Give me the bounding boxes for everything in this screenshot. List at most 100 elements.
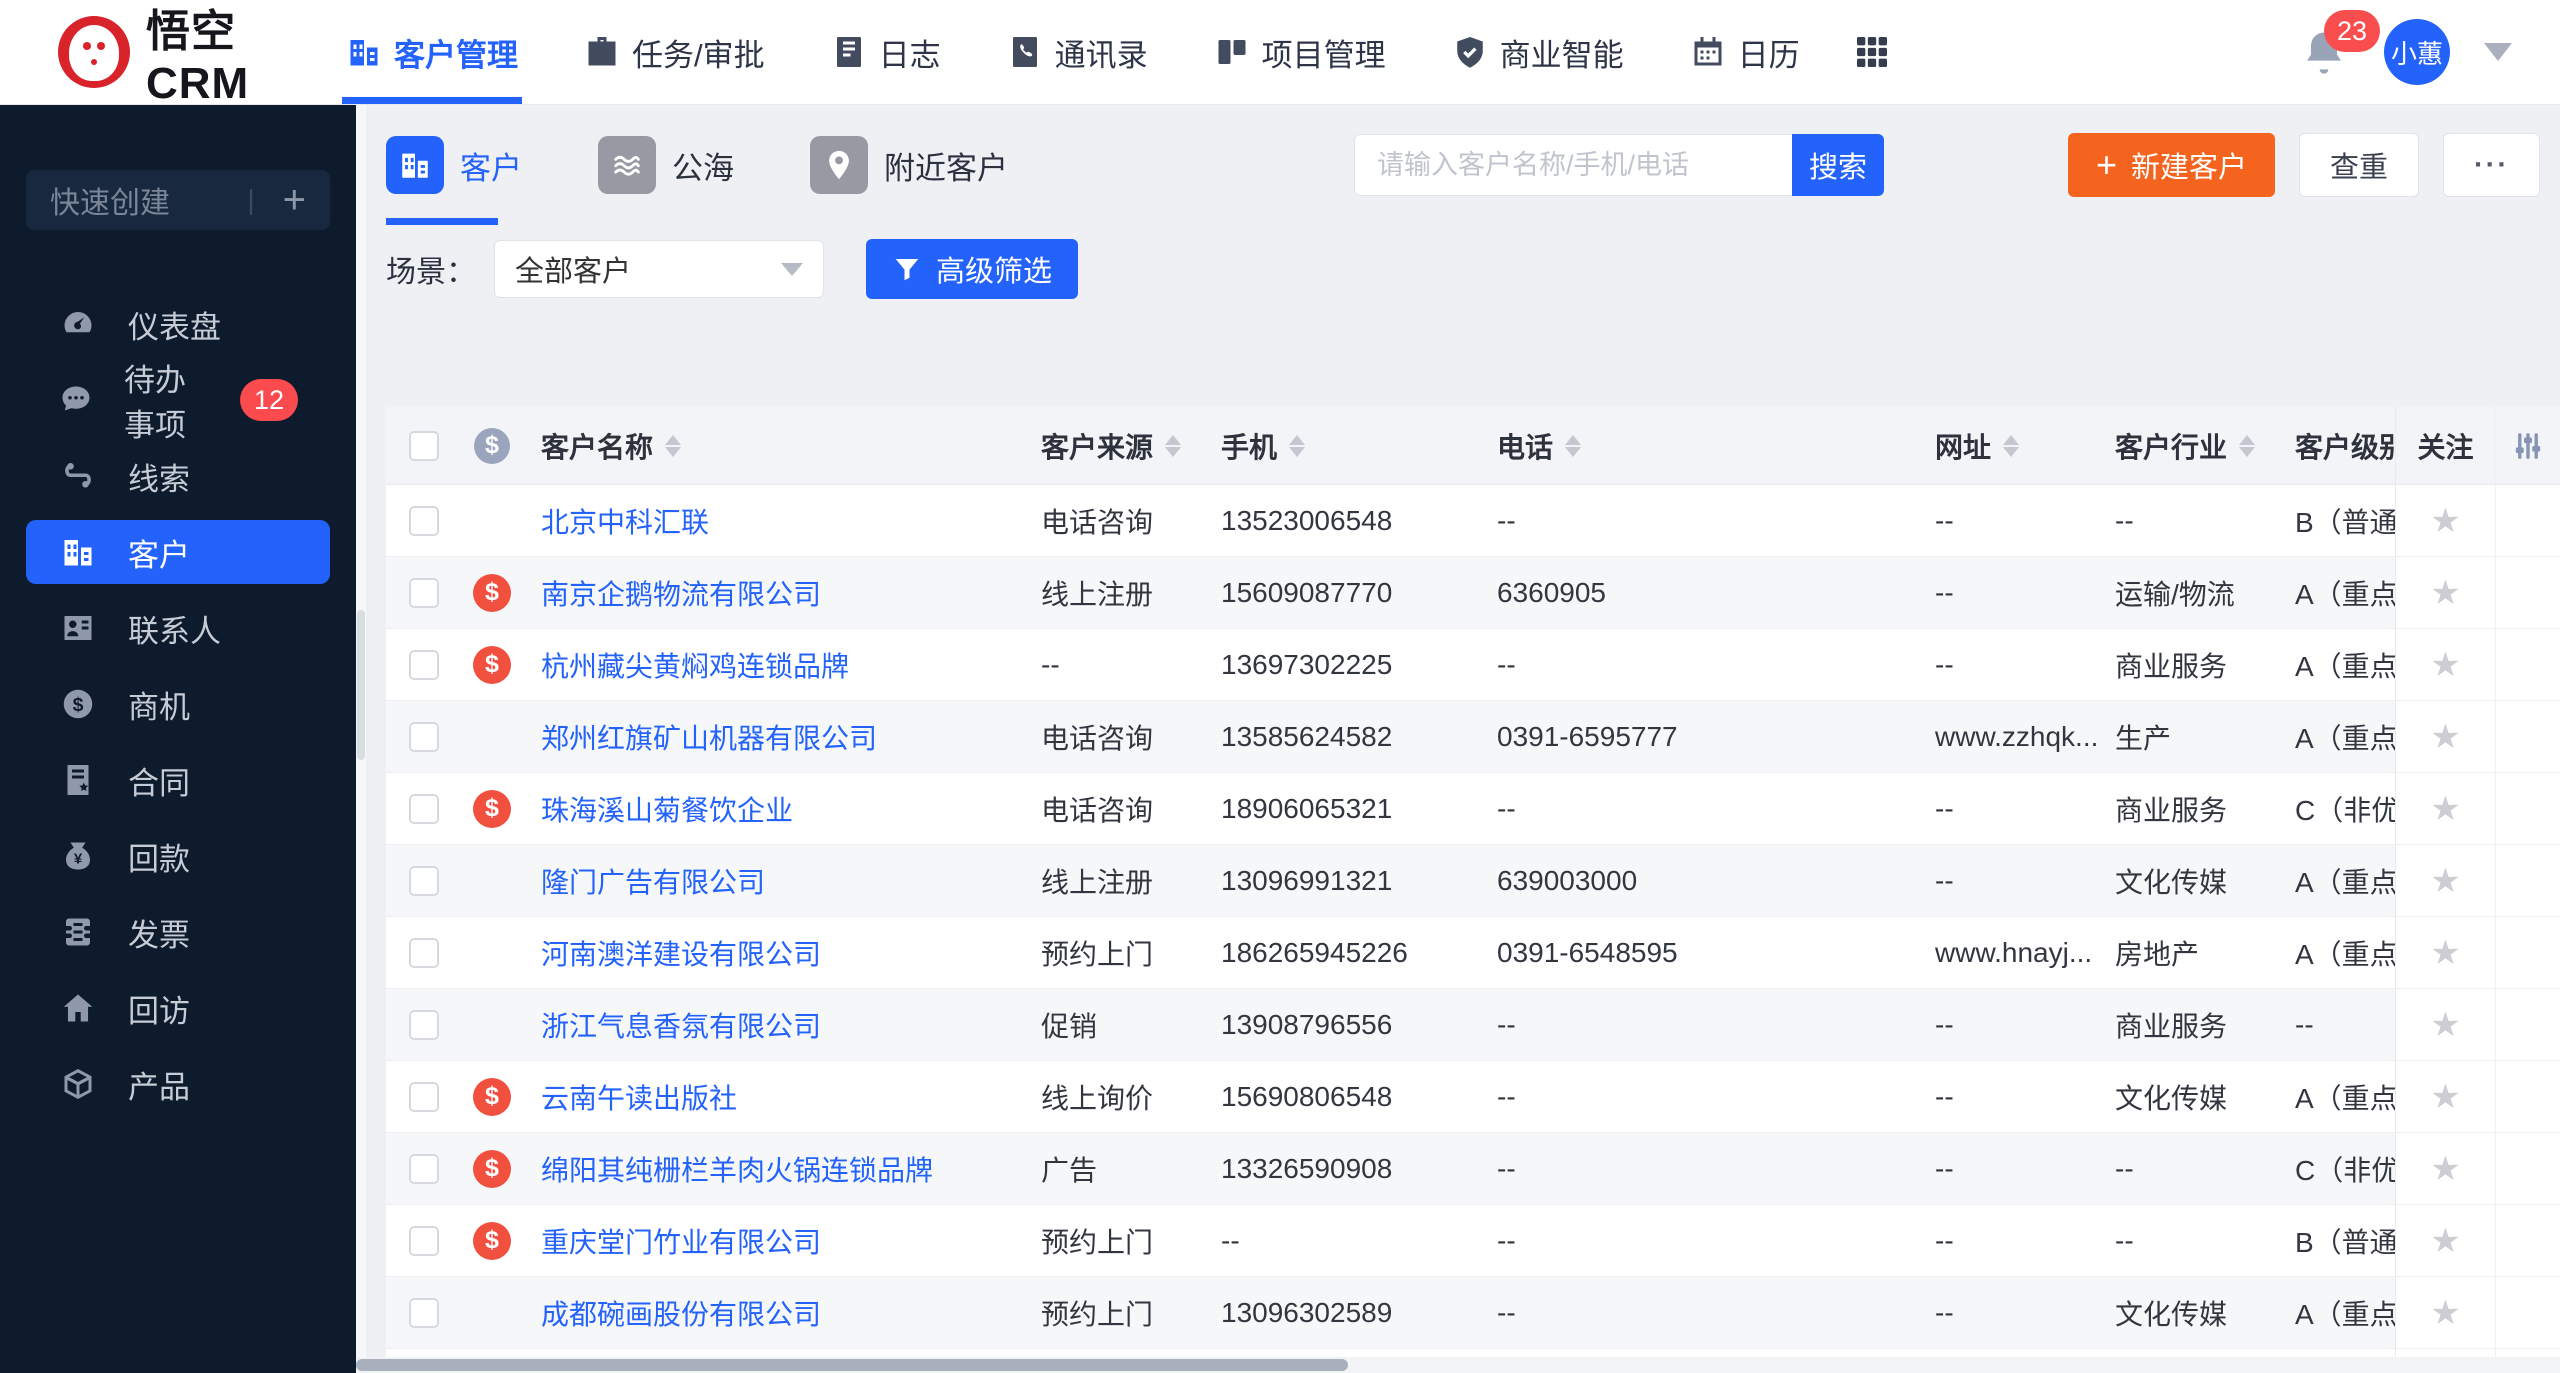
- customer-name-link[interactable]: 隆门广告有限公司: [541, 861, 765, 901]
- sidebar-item-1[interactable]: 仪表盘: [26, 292, 330, 356]
- sidebar-item-6[interactable]: $ 商机: [26, 672, 330, 736]
- row-checkbox[interactable]: [408, 865, 439, 896]
- follow-star-icon[interactable]: ★: [2430, 1005, 2460, 1045]
- customer-name-link[interactable]: 北京中科汇联: [541, 501, 709, 541]
- chevron-down-icon[interactable]: [2484, 43, 2512, 61]
- customer-name-link[interactable]: 重庆堂门竹业有限公司: [541, 1221, 821, 1261]
- follow-star-icon[interactable]: ★: [2430, 501, 2460, 541]
- table-header-row: $ 客户名称 客户来源 手机 电话 网址 客户行业 客户级别 关注: [386, 407, 2560, 485]
- row-checkbox[interactable]: [408, 793, 439, 824]
- column-header-5[interactable]: 网址: [1917, 407, 2097, 484]
- customer-name-link[interactable]: 绵阳其纯栅栏羊肉火锅连锁品牌: [541, 1149, 933, 1189]
- column-header-8[interactable]: 关注: [2395, 407, 2495, 484]
- sidebar-scrollbar-thumb[interactable]: [357, 610, 365, 760]
- follow-star-icon[interactable]: ★: [2430, 1221, 2460, 1261]
- follow-star-icon[interactable]: ★: [2430, 789, 2460, 829]
- topnav-item-7[interactable]: 日历: [1664, 0, 1826, 104]
- tab-1[interactable]: 客户: [386, 105, 522, 225]
- sort-icon[interactable]: [665, 434, 682, 457]
- building-icon: [58, 534, 98, 570]
- topnav-item-2[interactable]: 任务/审批: [558, 0, 791, 104]
- sidebar-item-8[interactable]: ¥ 回款: [26, 824, 330, 888]
- column-header-6[interactable]: 客户行业: [2097, 407, 2277, 484]
- column-settings-cell[interactable]: [2495, 407, 2560, 484]
- sort-icon[interactable]: [1165, 434, 1182, 457]
- follow-star-icon[interactable]: ★: [2430, 645, 2460, 685]
- row-checkbox[interactable]: [408, 721, 439, 752]
- app-launcher-button[interactable]: [1852, 32, 1892, 72]
- search-button[interactable]: 搜索: [1792, 134, 1884, 196]
- sidebar-item-11[interactable]: 产品: [26, 1052, 330, 1116]
- row-checkbox[interactable]: [408, 1225, 439, 1256]
- sort-icon[interactable]: [2003, 434, 2020, 457]
- follow-star-icon[interactable]: ★: [2430, 1293, 2460, 1333]
- follow-star-icon[interactable]: ★: [2430, 861, 2460, 901]
- customer-name-link[interactable]: 郑州红旗矿山机器有限公司: [541, 717, 877, 757]
- advanced-filter-button[interactable]: 高级筛选: [866, 239, 1079, 299]
- industry-cell: 文化传媒: [2115, 1298, 2228, 1330]
- horizontal-scrollbar-thumb[interactable]: [356, 1359, 1348, 1371]
- sort-icon[interactable]: [1289, 434, 1306, 457]
- customer-name-link[interactable]: 南京企鹅物流有限公司: [541, 573, 821, 613]
- sliders-icon: [2511, 429, 2545, 463]
- row-checkbox[interactable]: [408, 1081, 439, 1112]
- follow-star-icon[interactable]: ★: [2430, 933, 2460, 973]
- scene-select[interactable]: 全部客户: [494, 240, 824, 298]
- notifications-button[interactable]: 23: [2298, 10, 2380, 78]
- sidebar-item-7[interactable]: 合同: [26, 748, 330, 812]
- topnav-item-1[interactable]: 客户管理: [320, 0, 544, 104]
- row-checkbox[interactable]: [408, 1009, 439, 1040]
- customer-name-link[interactable]: 杭州藏尖黄焖鸡连锁品牌: [541, 645, 849, 685]
- follow-star-icon[interactable]: ★: [2430, 717, 2460, 757]
- row-checkbox[interactable]: [408, 649, 439, 680]
- row-checkbox[interactable]: [408, 1297, 439, 1328]
- more-actions-button[interactable]: ···: [2443, 133, 2540, 197]
- follow-star-icon[interactable]: ★: [2430, 1149, 2460, 1189]
- horizontal-scrollbar[interactable]: [356, 1357, 2560, 1373]
- tab-3[interactable]: 附近客户: [810, 105, 1008, 225]
- follow-star-icon[interactable]: ★: [2430, 1077, 2460, 1117]
- row-checkbox[interactable]: [408, 937, 439, 968]
- row-checkbox[interactable]: [408, 1153, 439, 1184]
- sidebar-item-4[interactable]: 客户: [26, 520, 330, 584]
- customer-name-link[interactable]: 珠海溪山菊餐饮企业: [541, 789, 793, 829]
- website-cell: --: [1935, 504, 1954, 536]
- topnav-item-5[interactable]: 项目管理: [1188, 0, 1412, 104]
- select-all-checkbox[interactable]: [408, 430, 439, 461]
- row-settings-cell: [2495, 701, 2560, 772]
- quick-create-button[interactable]: 快速创建 | +: [26, 170, 330, 230]
- customer-name-link[interactable]: 成都碗画股份有限公司: [541, 1293, 821, 1333]
- avatar[interactable]: 小蕙: [2384, 19, 2450, 85]
- column-header-3[interactable]: 手机: [1203, 407, 1479, 484]
- sidebar-scrollbar[interactable]: [356, 105, 366, 1373]
- tab-2[interactable]: 公海: [598, 105, 734, 225]
- new-customer-button[interactable]: + 新建客户: [2067, 133, 2275, 197]
- plus-icon[interactable]: +: [283, 180, 306, 220]
- phone-cell: 6360905: [1497, 576, 1607, 608]
- sidebar-item-3[interactable]: 线索: [26, 444, 330, 508]
- customer-name-link[interactable]: 河南澳洋建设有限公司: [541, 933, 821, 973]
- column-header-1[interactable]: 客户名称: [523, 407, 1023, 484]
- column-header-4[interactable]: 电话: [1479, 407, 1917, 484]
- table-row: $ 南京企鹅物流有限公司 线上注册 15609087770 6360905 -- 运输/物流…: [386, 557, 2560, 629]
- sidebar-item-5[interactable]: 联系人: [26, 596, 330, 660]
- topnav-item-4[interactable]: 通讯录: [981, 0, 1174, 104]
- column-header-2[interactable]: 客户来源: [1023, 407, 1203, 484]
- follow-star-icon[interactable]: ★: [2430, 573, 2460, 613]
- sidebar-item-2[interactable]: 待办事项 12: [26, 363, 330, 443]
- row-checkbox[interactable]: [408, 577, 439, 608]
- dedupe-button[interactable]: 查重: [2299, 133, 2420, 197]
- search-input[interactable]: [1354, 134, 1792, 196]
- customer-name-link[interactable]: 浙江气息香氛有限公司: [541, 1005, 821, 1045]
- phone-cell: --: [1497, 1224, 1516, 1256]
- sidebar-item-9[interactable]: 发票: [26, 900, 330, 964]
- sort-icon[interactable]: [1565, 434, 1582, 457]
- app-logo[interactable]: 悟空CRM: [0, 0, 320, 109]
- sort-icon[interactable]: [2239, 434, 2256, 457]
- row-checkbox[interactable]: [408, 505, 439, 536]
- sidebar-item-10[interactable]: 回访: [26, 976, 330, 1040]
- column-header-7[interactable]: 客户级别: [2277, 407, 2395, 484]
- customer-name-link[interactable]: 云南午读出版社: [541, 1077, 737, 1117]
- topnav-item-3[interactable]: 日志: [805, 0, 967, 104]
- topnav-item-6[interactable]: 商业智能: [1426, 0, 1650, 104]
